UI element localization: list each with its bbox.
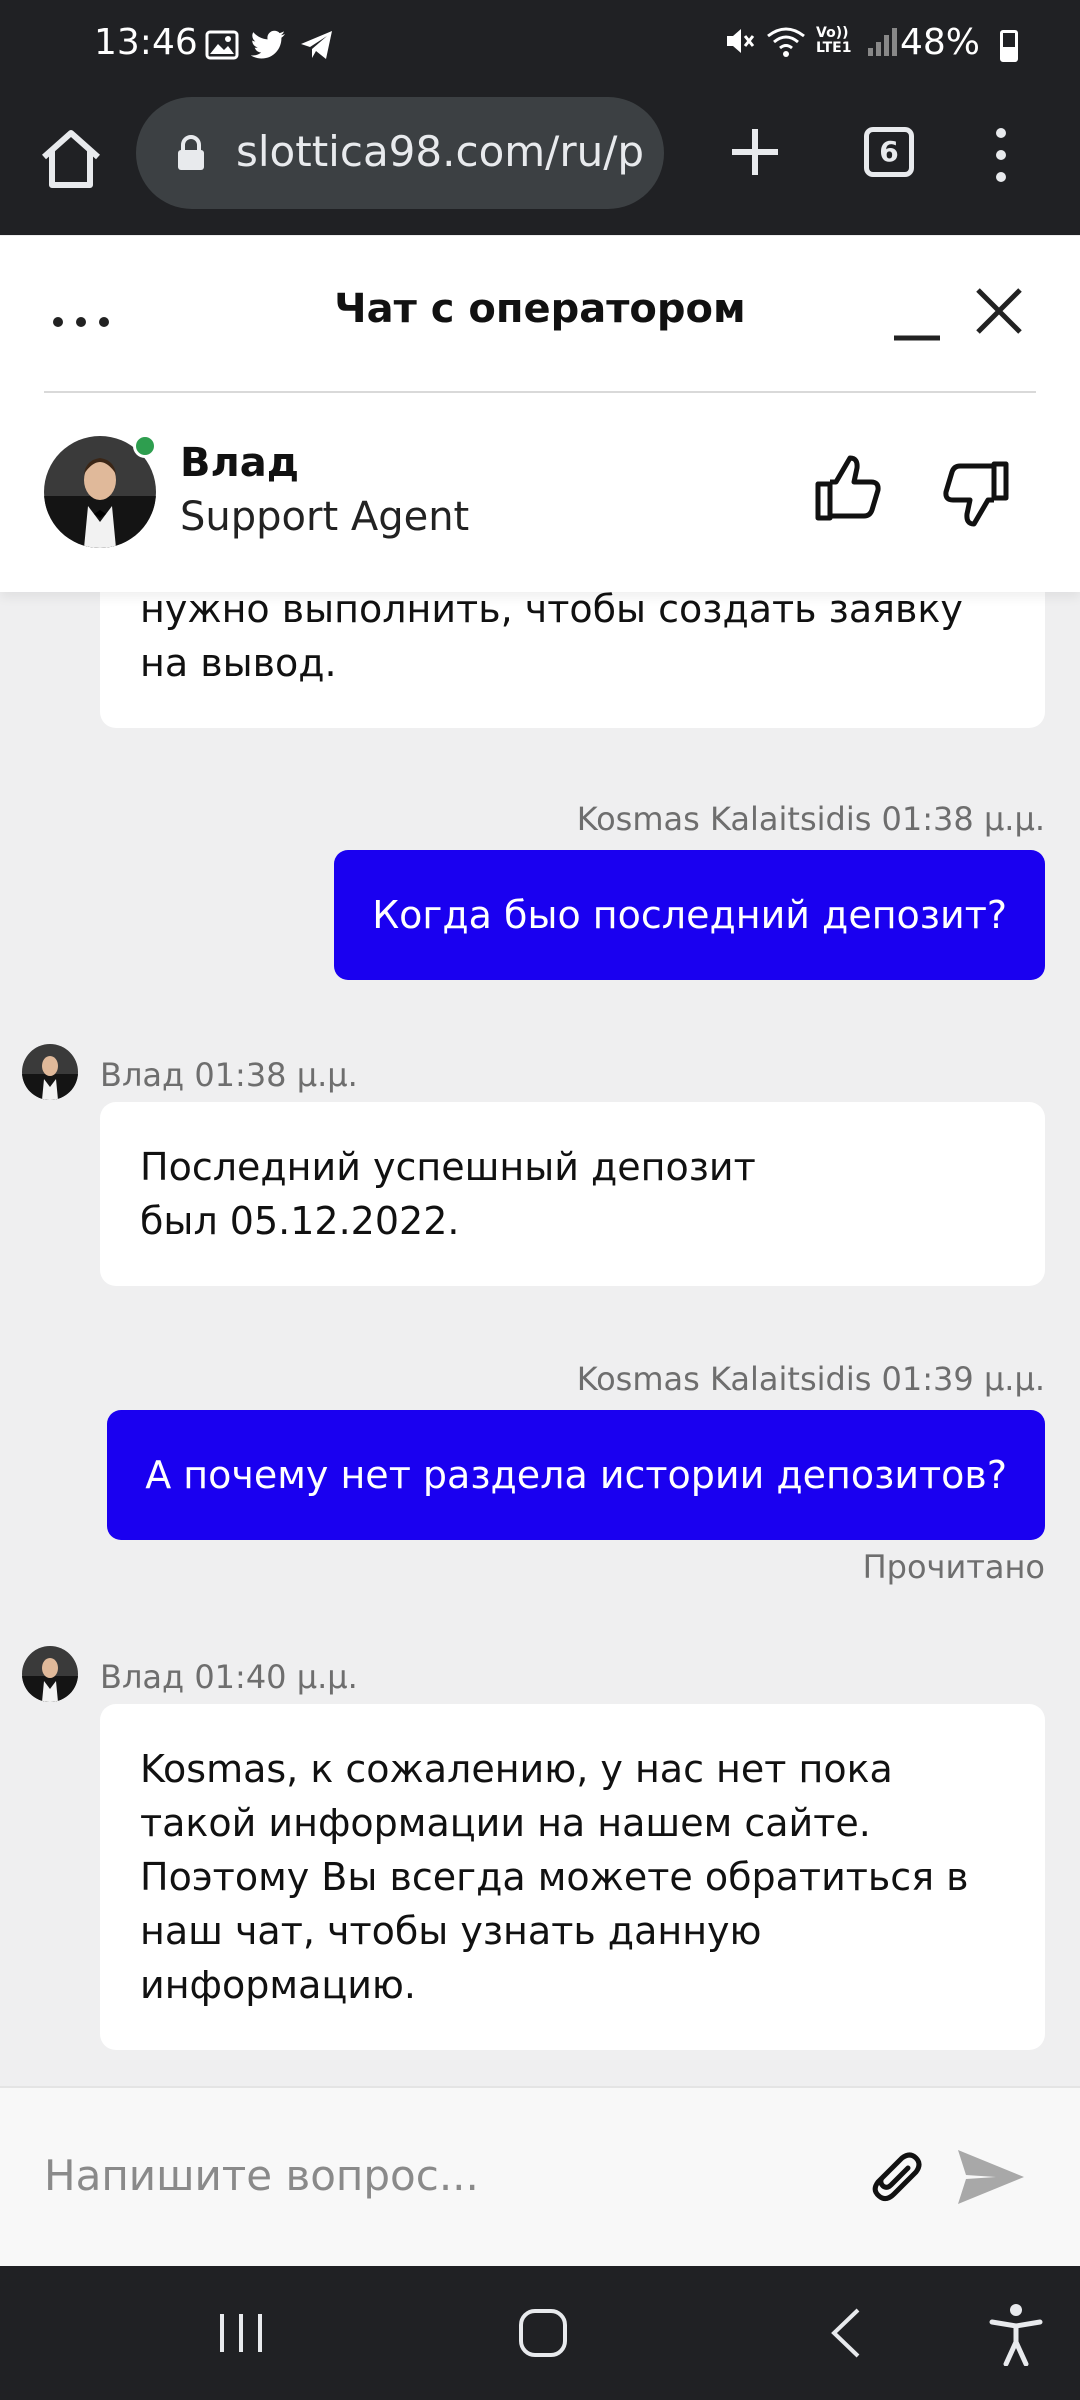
agent-message: Kosmas, к сожалению, у нас нет пока тако… (100, 1704, 1045, 2050)
system-nav-bar (0, 2266, 1080, 2400)
message-text: нужно выполнить, чтобы создать заявку на… (140, 587, 963, 685)
system-icons: Vo)) LTE1 (724, 24, 900, 58)
status-time: 13:46 (94, 22, 198, 63)
gallery-icon (205, 30, 239, 60)
message-input-bar (0, 2086, 1080, 2266)
notification-icons (205, 28, 335, 62)
status-bar: 13:46 Vo)) LTE1 48% (0, 0, 1080, 95)
agent-mini-avatar (22, 1044, 78, 1100)
close-icon[interactable] (972, 284, 1026, 338)
thumbs-up-icon[interactable] (812, 454, 882, 524)
online-status-dot (133, 434, 157, 458)
header-divider (44, 391, 1036, 393)
mute-icon (727, 29, 755, 53)
recent-apps-icon[interactable] (216, 2310, 266, 2356)
telegram-icon (301, 31, 332, 59)
agent-message: Последний успешный депозит был 05.12.202… (100, 1102, 1045, 1286)
message-text: Kosmas, к сожалению, у нас нет пока тако… (140, 1747, 969, 2007)
message-input[interactable] (44, 2140, 824, 2210)
chat-header: Чат с оператором Влад Support Agent (0, 236, 1080, 592)
signal-icon (868, 28, 897, 56)
message-meta: Влад 01:40 μ.μ. (100, 1658, 358, 1696)
back-icon[interactable] (826, 2306, 866, 2360)
battery-percent: 48% (899, 22, 980, 63)
paperclip-icon[interactable] (862, 2144, 928, 2210)
address-bar[interactable]: slottica98.com/ru/p (136, 97, 664, 209)
wifi-icon (767, 27, 805, 57)
battery-icon (1000, 30, 1018, 62)
send-icon[interactable] (956, 2146, 1026, 2208)
home-nav-icon[interactable] (516, 2306, 570, 2360)
more-menu-icon[interactable] (986, 125, 1016, 185)
user-message: Когда быо последний депозит? (334, 850, 1045, 980)
tab-switcher-button[interactable]: 6 (864, 127, 914, 177)
message-meta: Kosmas Kalaitsidis 01:38 μ.μ. (576, 800, 1045, 838)
agent-name: Влад (180, 440, 300, 486)
message-meta: Влад 01:38 μ.μ. (100, 1056, 358, 1094)
message-meta: Kosmas Kalaitsidis 01:39 μ.μ. (576, 1360, 1045, 1398)
browser-toolbar: slottica98.com/ru/p 6 (0, 95, 1080, 235)
agent-mini-avatar (22, 1646, 78, 1702)
agent-role: Support Agent (180, 494, 470, 540)
minimize-icon[interactable] (890, 292, 944, 346)
new-tab-icon[interactable] (724, 121, 786, 183)
message-text: Последний успешный депозит был 05.12.202… (140, 1145, 756, 1243)
twitter-icon (251, 30, 285, 59)
lock-icon (178, 135, 204, 170)
user-message: А почему нет раздела истории депозитов? (107, 1410, 1045, 1540)
accessibility-icon[interactable] (986, 2302, 1046, 2366)
volte-icon: Vo)) LTE1 (816, 25, 852, 56)
read-status: Прочитано (862, 1548, 1045, 1586)
url-text: slottica98.com/ru/p (236, 127, 645, 176)
home-icon[interactable] (36, 123, 106, 193)
thumbs-down-icon[interactable] (942, 458, 1012, 528)
